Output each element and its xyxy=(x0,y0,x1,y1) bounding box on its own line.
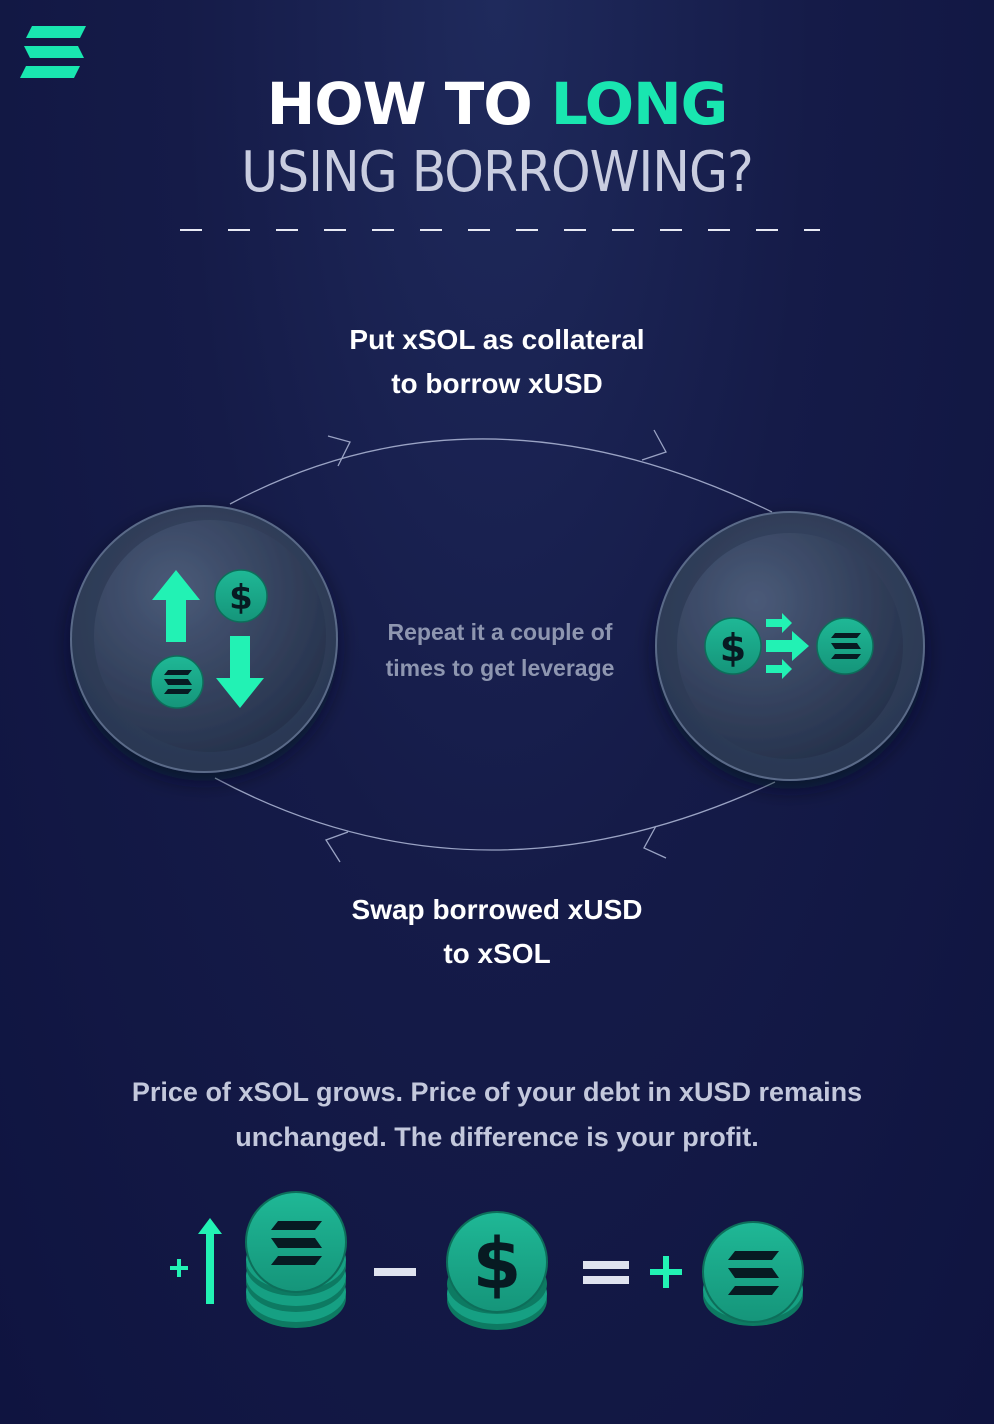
dollar-coin-icon: $ xyxy=(704,617,762,675)
xsol-coin-result xyxy=(702,1221,804,1326)
infographic: HOW TO LONG USING BORROWING? Put xSOL as… xyxy=(0,0,994,1424)
xsol-coin-stack xyxy=(245,1191,347,1328)
svg-text:$: $ xyxy=(229,578,253,618)
plus-icon xyxy=(170,1259,188,1277)
plus-icon xyxy=(650,1256,682,1288)
equals-icon xyxy=(583,1261,629,1284)
graphics-layer: $ $ $ xyxy=(70,429,925,1330)
equation: $ xyxy=(170,1191,804,1330)
dollar-coin-icon: $ xyxy=(214,569,268,623)
xsol-coin-icon xyxy=(816,617,874,675)
up-arrow-icon xyxy=(198,1218,222,1304)
dollar-coin-stack: $ xyxy=(446,1211,548,1330)
left-disc xyxy=(70,505,338,773)
minus-icon xyxy=(374,1268,416,1276)
xsol-coin-icon xyxy=(150,655,204,709)
svg-text:$: $ xyxy=(473,1223,522,1305)
svg-text:$: $ xyxy=(720,626,746,670)
